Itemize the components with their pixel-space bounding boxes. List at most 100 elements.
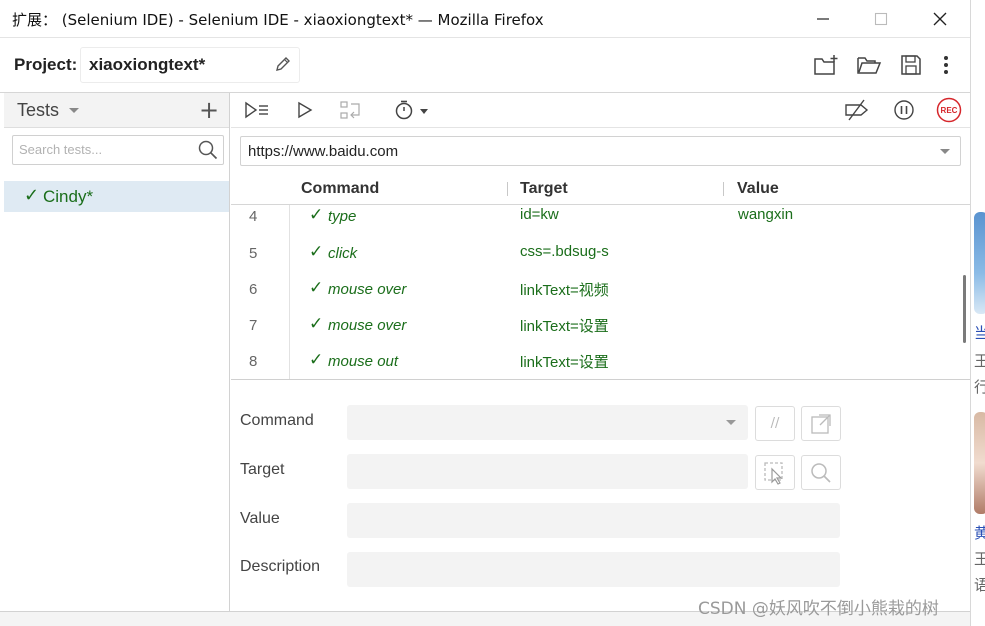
- search-placeholder: Search tests...: [19, 142, 103, 157]
- more-options-button[interactable]: [932, 51, 960, 79]
- partial-text: 王: [974, 352, 985, 370]
- main-panel: REC https://www.baidu.com Command Target…: [231, 93, 970, 626]
- partial-link-text: 当: [974, 324, 985, 342]
- watermark: CSDN @妖风吹不倒小熊栽的树: [698, 599, 939, 619]
- pause-on-exceptions-button[interactable]: [890, 97, 918, 123]
- close-button[interactable]: [923, 6, 957, 32]
- base-url-value: https://www.baidu.com: [248, 143, 399, 160]
- open-project-button[interactable]: [855, 51, 883, 79]
- header-command: Command: [301, 180, 380, 197]
- chevron-down-icon[interactable]: [726, 420, 736, 425]
- commands-grid: 4 ✓ type id=kw wangxin 5 ✓ click css=.bd…: [231, 205, 970, 380]
- new-folder-icon: [814, 55, 838, 75]
- row-command: click: [328, 245, 358, 262]
- row-target: linkText=设置: [520, 318, 609, 335]
- partial-text: 行: [974, 378, 985, 396]
- breakpoint-disabled-icon: [845, 99, 869, 121]
- pass-check-icon: ✓: [24, 185, 40, 206]
- row-target: id=kw: [520, 206, 559, 223]
- window-title: 扩展： (Selenium IDE) - Selenium IDE - xiao…: [12, 11, 544, 29]
- find-target-button[interactable]: [801, 455, 841, 490]
- pass-check-icon: ✓: [309, 242, 324, 262]
- comment-icon: //: [770, 416, 780, 431]
- row-number: 5: [249, 245, 258, 262]
- run-current-test-button[interactable]: [291, 97, 319, 123]
- description-label: Description: [240, 558, 321, 575]
- project-name: xiaoxiongtext*: [89, 55, 206, 74]
- thumbnail-image: [974, 412, 985, 514]
- close-icon: [933, 12, 947, 26]
- pass-check-icon: ✓: [309, 350, 324, 370]
- grid-scrollbar[interactable]: [963, 275, 966, 343]
- search-tests-input[interactable]: Search tests...: [12, 135, 224, 165]
- test-item-cindy[interactable]: ✓ Cindy*: [4, 181, 229, 212]
- test-speed-button[interactable]: [391, 97, 433, 123]
- command-row[interactable]: 4 ✓ type id=kw wangxin: [231, 205, 961, 241]
- add-test-button[interactable]: +: [199, 96, 219, 124]
- row-target: linkText=视频: [520, 282, 609, 299]
- chevron-down-icon[interactable]: [940, 149, 950, 154]
- pass-check-icon: ✓: [309, 278, 324, 298]
- target-label: Target: [240, 461, 285, 478]
- base-url-select[interactable]: https://www.baidu.com: [240, 136, 961, 166]
- command-row[interactable]: 6 ✓ mouse over linkText=视频: [231, 278, 961, 314]
- select-target-icon: [764, 461, 783, 485]
- tests-sidebar: Tests + Search tests... ✓ Cindy*: [4, 93, 230, 626]
- thumbnail-image: [974, 212, 985, 314]
- row-command: mouse out: [328, 353, 399, 370]
- open-folder-icon: [857, 57, 882, 74]
- pass-check-icon: ✓: [309, 205, 324, 225]
- firefox-window: 扩展： (Selenium IDE) - Selenium IDE - xiao…: [0, 0, 970, 626]
- open-reference-button[interactable]: [801, 406, 841, 441]
- search-icon: [198, 140, 218, 160]
- minimize-icon: [817, 18, 829, 20]
- column-divider[interactable]: [507, 182, 508, 196]
- project-label: Project:: [14, 55, 78, 74]
- record-button[interactable]: REC: [935, 97, 963, 123]
- description-input[interactable]: [347, 552, 840, 587]
- project-bar: Project: xiaoxiongtext*: [0, 38, 970, 93]
- target-input[interactable]: [347, 454, 748, 489]
- maximize-button[interactable]: [864, 6, 898, 32]
- command-select[interactable]: [347, 405, 748, 440]
- value-label: Value: [240, 510, 280, 527]
- minimize-button[interactable]: [806, 6, 840, 32]
- tests-header: Tests +: [4, 93, 229, 128]
- comment-toggle-button[interactable]: //: [755, 406, 795, 441]
- play-icon: [298, 101, 313, 119]
- step-over-icon: [340, 101, 360, 119]
- save-project-button[interactable]: [897, 51, 925, 79]
- column-divider[interactable]: [723, 182, 724, 196]
- partial-text: 语: [974, 576, 985, 594]
- step-over-button[interactable]: [337, 97, 365, 123]
- save-icon: [901, 55, 921, 75]
- pause-icon: [894, 100, 914, 120]
- row-target: css=.bdsug-s: [520, 243, 609, 260]
- chevron-down-icon[interactable]: [69, 108, 79, 113]
- row-number: 7: [249, 317, 258, 334]
- disable-breakpoints-button[interactable]: [843, 97, 871, 123]
- new-project-button[interactable]: [812, 51, 840, 79]
- pencil-icon[interactable]: [274, 55, 292, 73]
- command-row[interactable]: 8 ✓ mouse out linkText=设置: [231, 350, 961, 379]
- row-target: linkText=设置: [520, 354, 609, 371]
- kebab-menu-icon: [944, 56, 948, 74]
- row-command: mouse over: [328, 317, 407, 334]
- pass-check-icon: ✓: [309, 314, 324, 334]
- command-row[interactable]: 7 ✓ mouse over linkText=设置: [231, 314, 961, 350]
- project-name-field[interactable]: xiaoxiongtext*: [80, 47, 300, 83]
- tests-dropdown[interactable]: Tests: [17, 100, 59, 121]
- value-input[interactable]: [347, 503, 840, 538]
- background-page: 当 王 行 黄 王 语: [971, 0, 985, 626]
- record-label: REC: [941, 106, 958, 115]
- test-name: Cindy*: [43, 187, 94, 206]
- command-label: Command: [240, 412, 314, 429]
- run-all-tests-button[interactable]: [243, 97, 271, 123]
- record-icon: REC: [936, 97, 962, 123]
- open-external-icon: [811, 413, 831, 434]
- command-row[interactable]: 5 ✓ click css=.bdsug-s: [231, 242, 961, 278]
- stopwatch-icon: [395, 100, 428, 120]
- run-toolbar: REC: [231, 93, 970, 128]
- row-command: mouse over: [328, 281, 407, 298]
- select-target-button[interactable]: [755, 455, 795, 490]
